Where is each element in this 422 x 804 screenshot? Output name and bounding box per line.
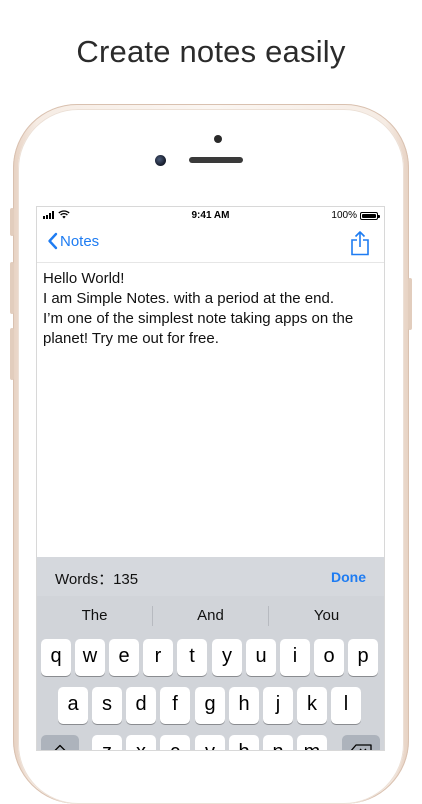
key-m[interactable]: m — [297, 735, 327, 750]
power-button — [408, 278, 412, 330]
note-line: I’m one of the simplest note taking apps… — [43, 310, 354, 327]
word-count: Words：135 — [55, 571, 139, 588]
battery-percent: 100% — [331, 210, 357, 221]
key-w[interactable]: w — [75, 639, 105, 676]
back-label: Notes — [60, 232, 100, 250]
key-t[interactable]: t — [177, 639, 207, 676]
key-h[interactable]: h — [229, 687, 259, 724]
note-editor[interactable]: Hello World! I am Simple Notes. with a p… — [43, 269, 379, 349]
battery-icon — [360, 211, 380, 220]
navigation-bar: Notes — [37, 225, 384, 263]
key-o[interactable]: o — [314, 639, 344, 676]
headline: Create notes easily — [76, 34, 346, 69]
key-k[interactable]: k — [297, 687, 327, 724]
shift-arrow-icon — [54, 744, 66, 750]
front-camera-icon — [155, 155, 166, 166]
key-c[interactable]: c — [160, 735, 190, 750]
backspace-icon — [350, 744, 372, 750]
key-d[interactable]: d — [126, 687, 156, 724]
key-x[interactable]: x — [126, 735, 156, 750]
chevron-left-icon — [48, 232, 58, 250]
key-z[interactable]: z — [92, 735, 122, 750]
key-p[interactable]: p — [348, 639, 378, 676]
key-b[interactable]: b — [229, 735, 259, 750]
shift-key[interactable] — [41, 735, 79, 750]
key-a[interactable]: a — [58, 687, 88, 724]
volume-down-button — [10, 328, 14, 380]
key-j[interactable]: j — [263, 687, 293, 724]
volume-up-button — [10, 262, 14, 314]
status-bar: 9:41 AM 100% — [37, 207, 384, 225]
key-s[interactable]: s — [92, 687, 122, 724]
note-line: Hello World! — [43, 270, 125, 287]
key-g[interactable]: g — [195, 687, 225, 724]
mute-switch — [10, 208, 14, 236]
status-right: 100% — [331, 210, 380, 221]
key-l[interactable]: l — [331, 687, 361, 724]
share-icon — [351, 231, 369, 256]
delete-key[interactable] — [342, 735, 380, 750]
key-y[interactable]: y — [212, 639, 242, 676]
key-u[interactable]: u — [246, 639, 276, 676]
key-n[interactable]: n — [263, 735, 293, 750]
share-button[interactable] — [350, 230, 370, 261]
earpiece-speaker — [189, 157, 243, 163]
keyboard-accessory-bar: Words：135 Done — [37, 557, 384, 596]
proximity-sensor — [214, 135, 222, 143]
key-v[interactable]: v — [195, 735, 225, 750]
key-q[interactable]: q — [41, 639, 71, 676]
suggestion-item[interactable]: You — [269, 607, 384, 624]
suggestion-item[interactable]: And — [153, 607, 268, 624]
key-f[interactable]: f — [160, 687, 190, 724]
done-button[interactable]: Done — [331, 569, 366, 585]
note-line: planet! Try me out for free. — [43, 330, 219, 347]
back-button[interactable]: Notes — [47, 232, 99, 250]
key-e[interactable]: e — [109, 639, 139, 676]
phone-screen: 9:41 AM 100% Notes Hello World! I am Sim… — [37, 207, 384, 750]
key-i[interactable]: i — [280, 639, 310, 676]
suggestion-bar: The And You — [37, 596, 384, 636]
suggestion-item[interactable]: The — [37, 607, 152, 624]
key-r[interactable]: r — [143, 639, 173, 676]
note-line: I am Simple Notes. with a period at the … — [43, 290, 334, 307]
keyboard: The And You q w e r t y u i o p a s d f … — [37, 596, 384, 750]
